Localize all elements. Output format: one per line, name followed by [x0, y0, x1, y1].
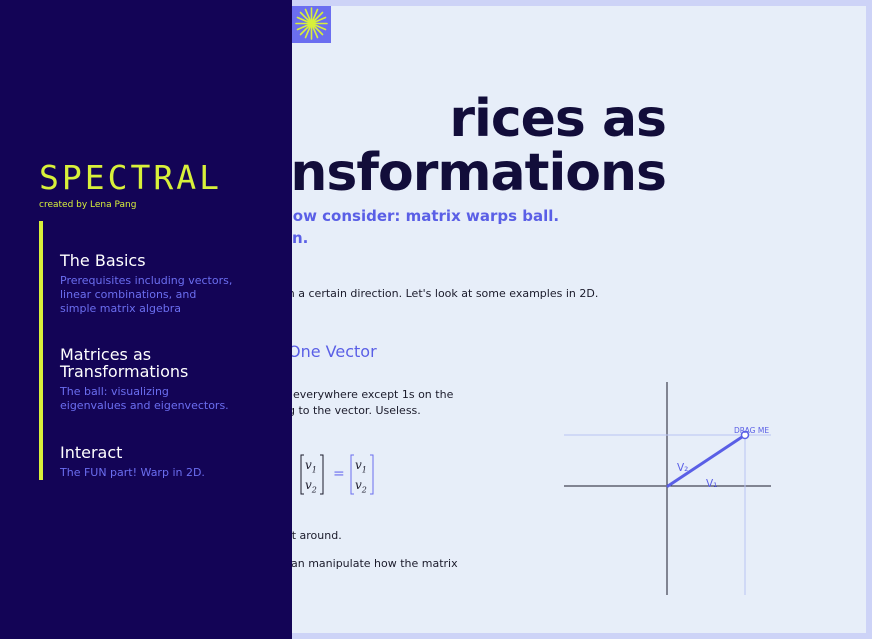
brand-logo[interactable]: SPECTRAL: [39, 158, 222, 197]
sidebar-item-transformations[interactable]: Matrices as Transformations The ball: vi…: [60, 346, 229, 413]
matrix-symbol: v: [355, 478, 362, 492]
paragraph-line: an manipulate how the matrix: [291, 557, 458, 570]
nav-item-description-line: The ball: visualizing: [60, 385, 169, 398]
sun-logo-icon: [292, 6, 331, 43]
sidebar: SPECTRAL created by Lena Pang The Basics…: [0, 0, 292, 639]
nav-item-title-line: Transformations: [60, 362, 189, 381]
nav-item-title: Matrices as Transformations: [60, 346, 229, 380]
matrix-entry: v2: [305, 478, 317, 494]
matrix-entry: v1: [355, 458, 367, 474]
nav-item-title: The Basics: [60, 251, 146, 270]
matrix-equation: v1 v2 = v1 v2: [292, 452, 392, 498]
matrix-entry: v2: [355, 478, 367, 494]
equals-sign: =: [333, 466, 345, 482]
nav-item-description-line: simple matrix algebra: [60, 302, 181, 315]
paragraph-line: ot around.: [285, 529, 342, 542]
nav-item-description-line: linear combinations, and: [60, 288, 197, 301]
nav-item-description-line: Prerequisites including vectors,: [60, 274, 233, 287]
v1-label: V₁: [706, 478, 717, 490]
paragraph-line: g to the vector. Useless.: [288, 404, 421, 417]
intro-paragraph: rs in a certain direction. Let's look at…: [271, 287, 599, 300]
nav-item-description-line: The FUN part! Warp in 2D.: [60, 466, 205, 479]
paragraph-line: everywhere except 1s on the: [293, 388, 454, 401]
vector-plot[interactable]: DRAG ME V₂ V₁: [564, 382, 784, 598]
matrix-symbol: v: [305, 478, 312, 492]
nav-item-description: Prerequisites including vectors, linear …: [60, 274, 232, 316]
nav-item-description: The FUN part! Warp in 2D.: [60, 466, 205, 480]
matrix-symbol: v: [355, 458, 362, 472]
drag-label: DRAG ME: [734, 426, 769, 435]
v2-label: V₂: [677, 462, 688, 474]
nav-item-description: The ball: visualizing eigenvalues and ei…: [60, 385, 229, 413]
nav-indicator-bar: [39, 221, 43, 480]
matrix-subscript: 1: [361, 465, 367, 475]
matrix-entry: v1: [305, 458, 317, 474]
nav-item-title: Interact: [60, 443, 123, 462]
matrix-subscript: 2: [311, 485, 317, 495]
sidebar-item-basics[interactable]: The Basics Prerequisites including vecto…: [60, 252, 232, 316]
nav-item-description-line: eigenvalues and eigenvectors.: [60, 399, 229, 412]
matrix-symbol: v: [305, 458, 312, 472]
byline: created by Lena Pang: [39, 200, 137, 210]
sidebar-item-interact[interactable]: Interact The FUN part! Warp in 2D.: [60, 444, 205, 480]
matrix-subscript: 1: [311, 465, 317, 475]
matrix-subscript: 2: [361, 485, 367, 495]
section-heading: One Vector: [288, 342, 377, 361]
nav-item-title-line: Matrices as: [60, 345, 152, 364]
